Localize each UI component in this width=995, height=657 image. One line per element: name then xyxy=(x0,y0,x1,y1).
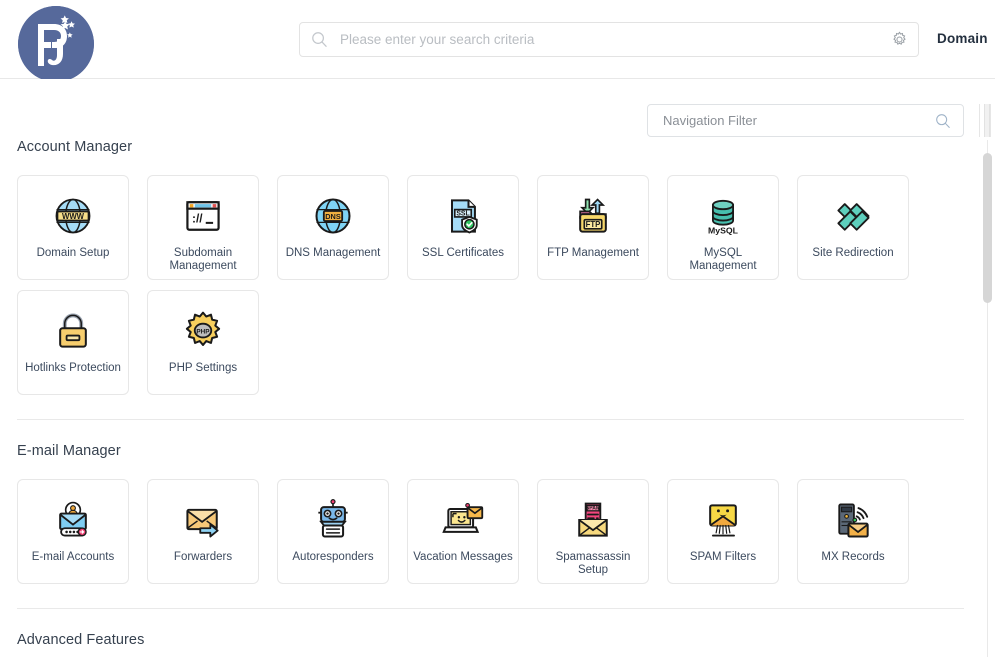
page-scrollbar[interactable] xyxy=(981,140,995,657)
navigation-filter-input[interactable] xyxy=(661,112,935,129)
svg-text:PHP: PHP xyxy=(196,328,210,335)
ssl-shield-document-icon: SSL xyxy=(439,192,487,240)
card-hotlinks-protection[interactable]: Hotlinks Protection xyxy=(17,290,129,395)
envelope-user-password-icon xyxy=(49,496,97,544)
envelope-face-brush-icon xyxy=(699,496,747,544)
card-dns-management[interactable]: DNS DNS Management xyxy=(277,175,389,280)
card-label: MX Records xyxy=(821,551,885,563)
mysql-database-icon: MySQL xyxy=(699,192,747,240)
card-spam-filters[interactable]: SPAM Filters xyxy=(667,479,779,584)
card-label: Spamassassin Setup xyxy=(555,551,631,576)
domain-label[interactable]: Domain xyxy=(937,31,988,46)
card-site-redirection[interactable]: Site Redirection xyxy=(797,175,909,280)
card-php-settings[interactable]: PHP PHP Settings xyxy=(147,290,259,395)
svg-text:SSL: SSL xyxy=(456,211,469,218)
card-label: Autoresponders xyxy=(292,551,374,563)
card-label: MySQL Management xyxy=(689,247,757,272)
card-autoresponders[interactable]: Autoresponders xyxy=(277,479,389,584)
section-title: Advanced Features xyxy=(17,632,145,648)
card-vacation-messages[interactable]: Vacation Messages xyxy=(407,479,519,584)
card-forwarders[interactable]: Forwarders xyxy=(147,479,259,584)
card-label: E-mail Accounts xyxy=(31,551,115,563)
section-title: E-mail Manager xyxy=(17,443,121,459)
search-icon xyxy=(311,31,328,48)
scrollbar-thumb[interactable] xyxy=(983,153,992,303)
nav-filter-row xyxy=(0,79,995,139)
logo-glyph xyxy=(18,6,94,82)
section-divider xyxy=(17,419,964,420)
main-body: Account Manager WWW D xyxy=(0,79,995,657)
card-label: Domain Setup xyxy=(36,247,110,259)
section-divider xyxy=(17,608,964,609)
ftp-folder-icon: FTP xyxy=(569,192,617,240)
spam-envelope-icon: SPAM xyxy=(569,496,617,544)
card-mysql-management[interactable]: MySQL MySQL Management xyxy=(667,175,779,280)
php-gear-icon: PHP xyxy=(179,307,227,355)
card-mx-records[interactable]: MX Records xyxy=(797,479,909,584)
card-label: Hotlinks Protection xyxy=(25,362,121,374)
app-logo[interactable] xyxy=(18,6,94,82)
server-signal-envelope-icon xyxy=(829,496,877,544)
global-search-box[interactable] xyxy=(299,22,919,57)
svg-text:WWW: WWW xyxy=(62,212,85,221)
card-label: DNS Management xyxy=(285,247,381,259)
envelope-arrow-icon xyxy=(179,496,227,544)
svg-text:MySQL: MySQL xyxy=(708,225,739,235)
svg-text:://: :// xyxy=(192,211,203,225)
browser-window-icon: :// xyxy=(179,192,227,240)
svg-text:SPAM: SPAM xyxy=(586,506,600,512)
double-chevron-icon xyxy=(829,192,877,240)
svg-text:FTP: FTP xyxy=(586,220,601,229)
search-input[interactable] xyxy=(338,31,882,48)
globe-www-icon: WWW xyxy=(49,192,97,240)
card-domain-setup[interactable]: WWW Domain Setup xyxy=(17,175,129,280)
card-ftp-management[interactable]: FTP FTP Management xyxy=(537,175,649,280)
card-spamassassin-setup[interactable]: SPAM Spamassassin Setup xyxy=(537,479,649,584)
rv-monogram-logo xyxy=(18,6,94,82)
search-icon[interactable] xyxy=(935,113,951,129)
card-subdomain-management[interactable]: :// Subdomain Management xyxy=(147,175,259,280)
padlock-icon xyxy=(49,307,97,355)
card-label: SPAM Filters xyxy=(689,551,757,563)
card-label: Subdomain Management xyxy=(169,247,237,272)
section-advanced-features: Advanced Features xyxy=(17,632,964,657)
card-grid: E-mail Accounts Forwarders Autoresponder… xyxy=(17,479,964,584)
navigation-filter-box[interactable] xyxy=(647,104,964,137)
card-label: Forwarders xyxy=(173,551,233,563)
gear-icon[interactable] xyxy=(882,23,916,56)
sections-container: Account Manager WWW Domain Setup:// Sub… xyxy=(0,139,981,657)
card-label: SSL Certificates xyxy=(421,247,505,259)
globe-dns-icon: DNS xyxy=(309,192,357,240)
card-label: Vacation Messages xyxy=(413,551,513,563)
robot-icon xyxy=(309,496,357,544)
card-grid: WWW Domain Setup :// Subdomain Managemen… xyxy=(17,175,964,395)
card-ssl-certificates[interactable]: SSL SSL Certificates xyxy=(407,175,519,280)
section-email-manager: E-mail Manager E-mail Accounts Forwarder… xyxy=(17,443,964,584)
card-label: FTP Management xyxy=(547,247,639,259)
card-label: PHP Settings xyxy=(168,362,238,374)
card-label: Site Redirection xyxy=(812,247,894,259)
svg-text:DNS: DNS xyxy=(325,212,341,221)
section-title: Account Manager xyxy=(17,139,133,155)
section-account-manager: Account Manager WWW Domain Setup:// Sub… xyxy=(17,139,964,395)
card-email-accounts[interactable]: E-mail Accounts xyxy=(17,479,129,584)
nav-filter-scrollbar[interactable] xyxy=(979,104,991,137)
laptop-envelope-icon xyxy=(439,496,487,544)
app-header: Domain xyxy=(0,0,995,82)
